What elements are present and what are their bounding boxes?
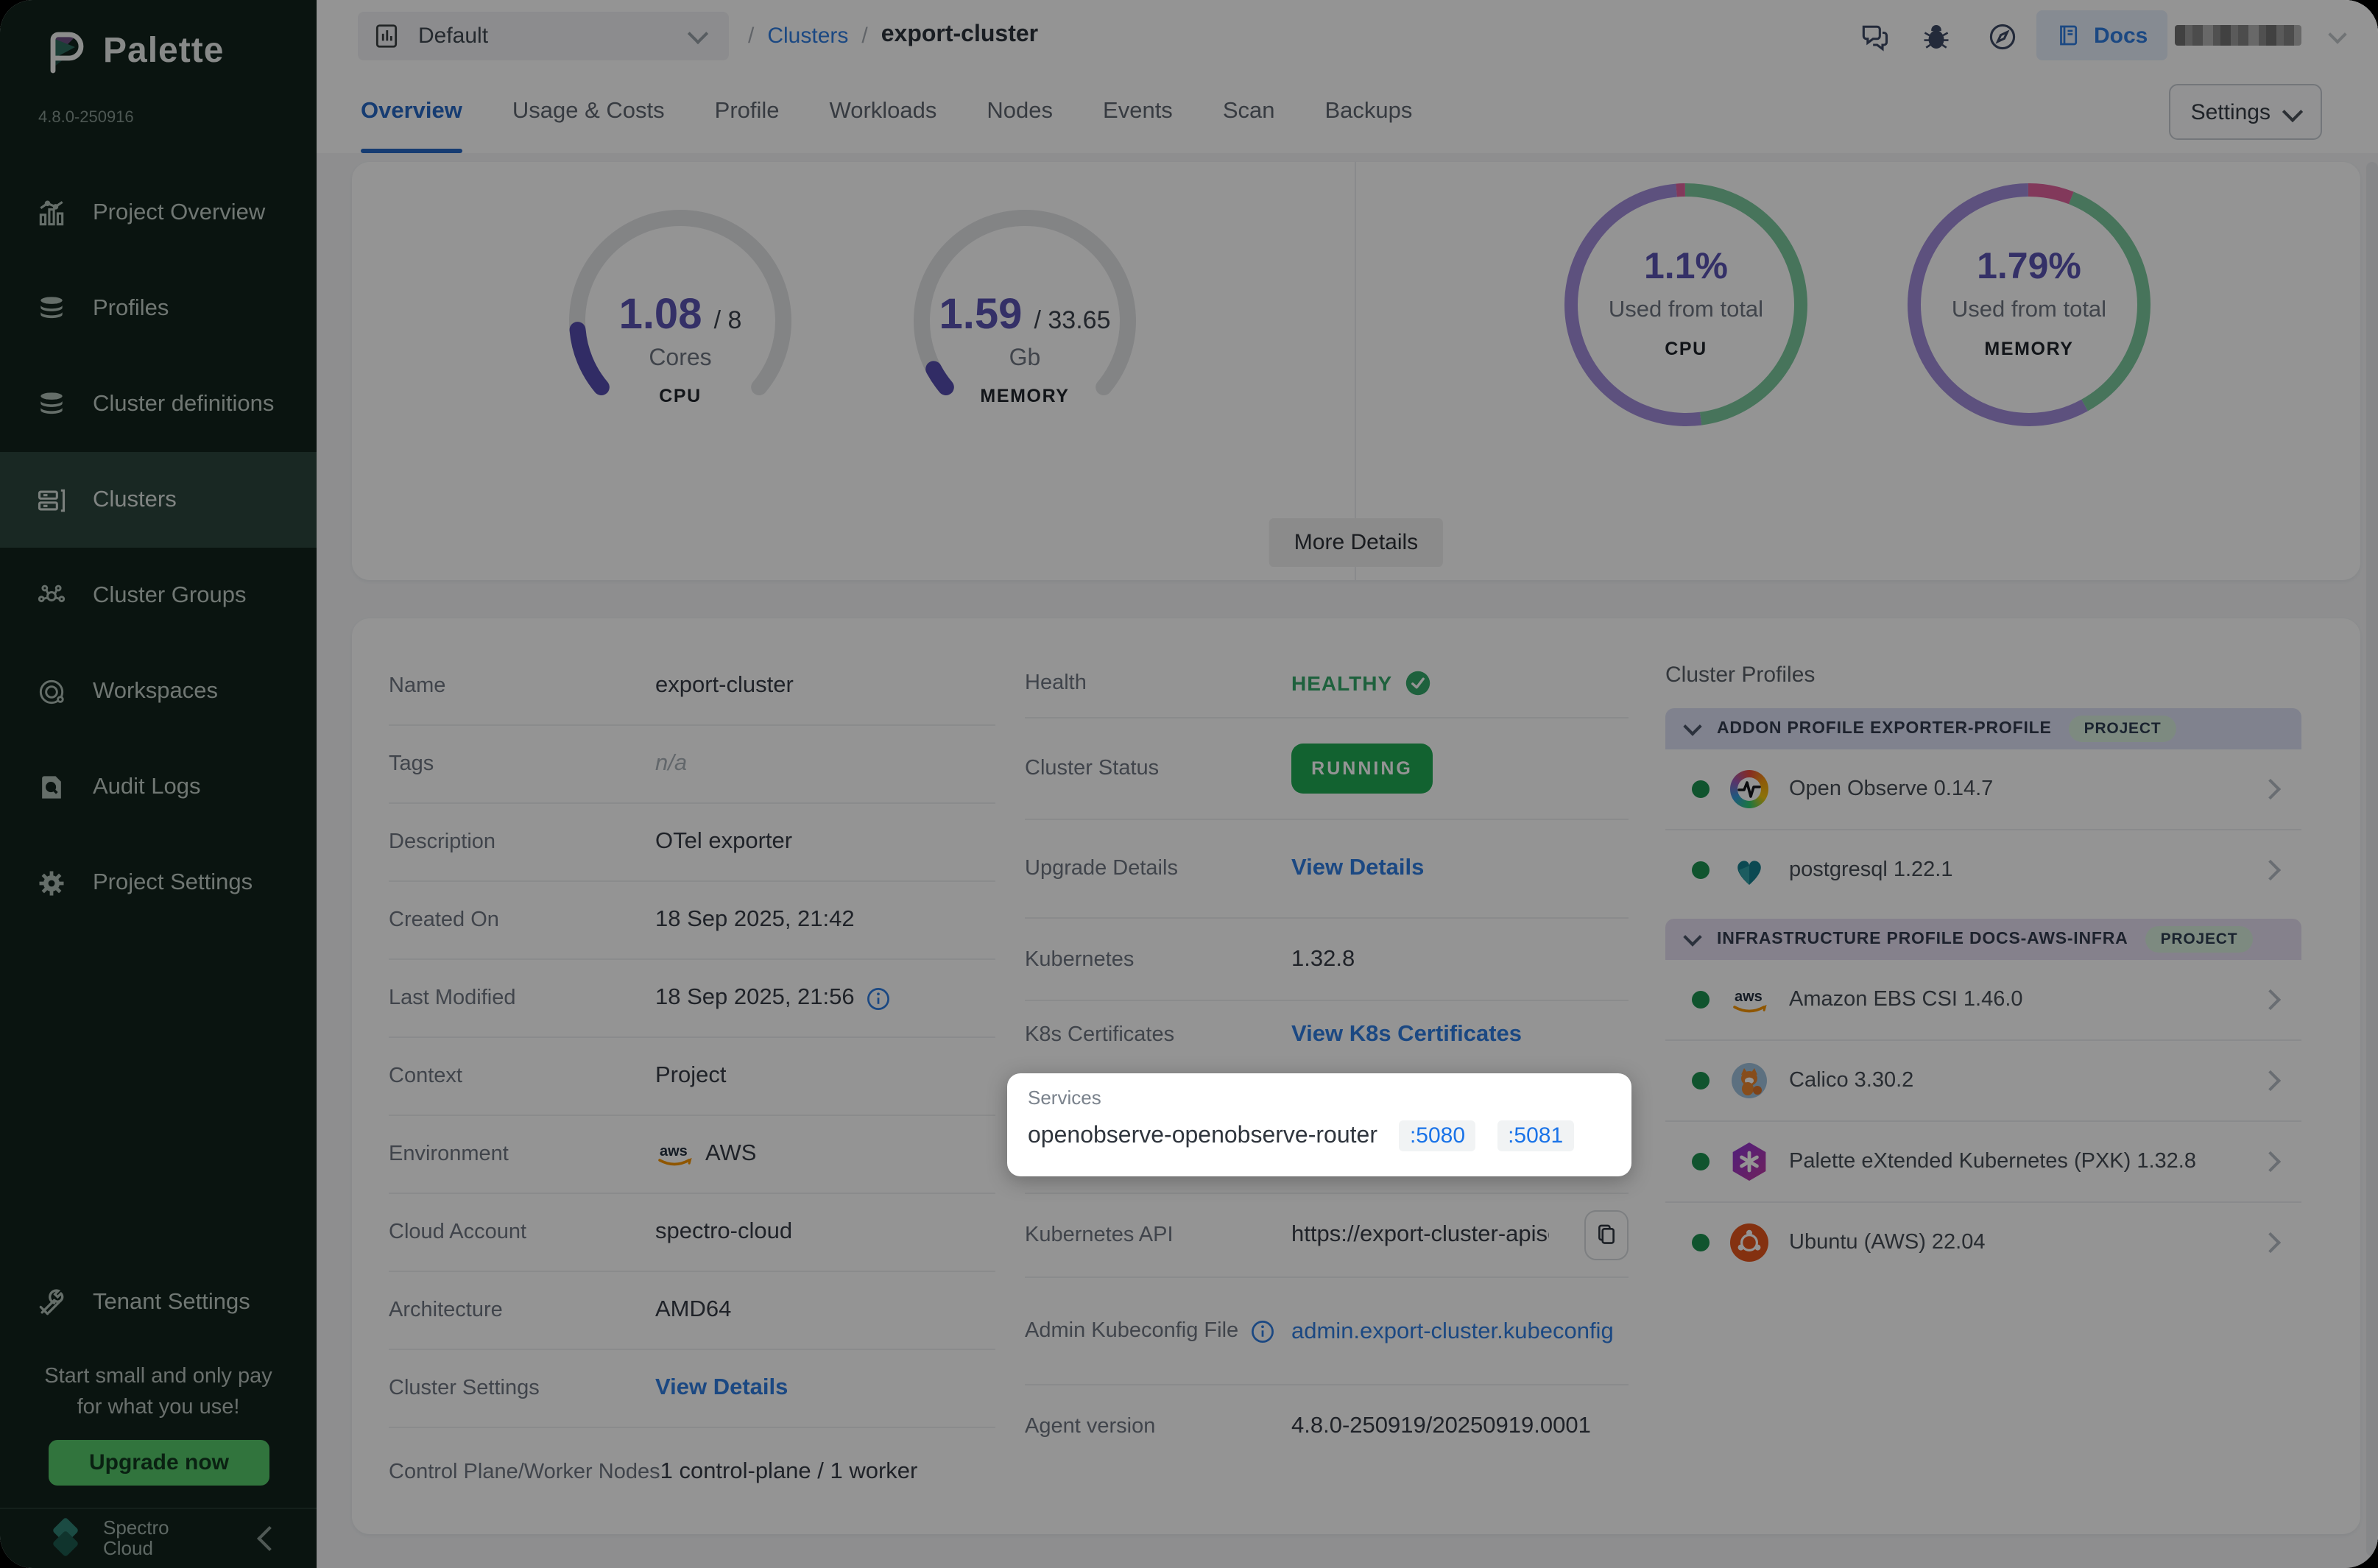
service-port-link-5080[interactable]: :5080 xyxy=(1400,1120,1475,1151)
dim-overlay xyxy=(0,0,2378,1568)
service-name: openobserve-openobserve-router xyxy=(1028,1123,1377,1149)
services-spotlight: Services openobserve-openobserve-router … xyxy=(1007,1073,1631,1176)
services-label: Services xyxy=(1028,1087,1101,1109)
palette-app-window: Palette 4.8.0-250916 Project Overview xyxy=(0,0,2378,1568)
service-port-link-5081[interactable]: :5081 xyxy=(1497,1120,1573,1151)
